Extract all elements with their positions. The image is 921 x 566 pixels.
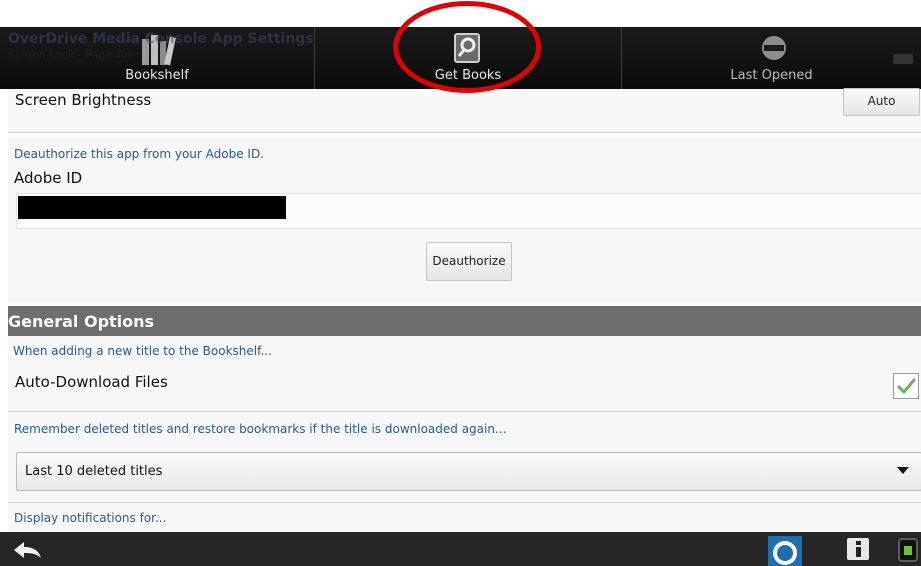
tab-last-opened-label: Last Opened	[730, 68, 813, 83]
brightness-auto-button[interactable]: Auto	[843, 88, 920, 116]
auto-download-label: Auto-Download Files	[15, 373, 168, 391]
no-entry-icon	[762, 36, 786, 60]
adobe-id-label: Adobe ID	[14, 169, 83, 187]
back-arrow-icon[interactable]	[10, 540, 44, 560]
divider	[8, 132, 921, 133]
deauthorize-hint: Deauthorize this app from your Adobe ID.	[14, 147, 265, 161]
highlight-circle-annotation	[393, 1, 541, 93]
tab-bookshelf-label: Bookshelf	[125, 68, 189, 83]
overflow-handle	[893, 54, 913, 64]
notifications-hint: Display notifications for...	[14, 511, 167, 525]
deauthorize-button[interactable]: Deauthorize	[426, 242, 512, 281]
dropdown-selected-value: Last 10 deleted titles	[25, 464, 163, 479]
brightness-row: Screen Brightness Auto	[8, 88, 921, 132]
general-options-title: General Options	[8, 312, 155, 331]
device-icon[interactable]	[897, 537, 921, 563]
chevron-down-icon	[897, 467, 909, 474]
redacted-adobe-id	[18, 196, 286, 219]
tab-last-opened[interactable]: Last Opened	[622, 27, 921, 89]
notifications-section: Display notifications for...	[8, 503, 921, 532]
adding-title-hint: When adding a new title to the Bookshelf…	[13, 344, 272, 358]
auto-download-checkbox[interactable]	[893, 373, 919, 399]
settings-subtitle: Screen Lock - Page Turn	[8, 48, 139, 61]
section-header-general: General Options	[8, 306, 921, 336]
remember-titles-hint: Remember deleted titles and restore book…	[14, 422, 507, 436]
auto-download-row[interactable]: When adding a new title to the Bookshelf…	[8, 336, 921, 411]
remember-titles-dropdown[interactable]: Last 10 deleted titles	[16, 452, 921, 491]
overdrive-logo-icon[interactable]	[768, 536, 802, 566]
checkmark-icon	[897, 378, 916, 394]
info-icon[interactable]	[847, 538, 869, 560]
brightness-label: Screen Brightness	[15, 91, 152, 109]
settings-title: OverDrive Media Console App Settings	[8, 31, 314, 47]
system-nav-bar	[0, 532, 921, 566]
